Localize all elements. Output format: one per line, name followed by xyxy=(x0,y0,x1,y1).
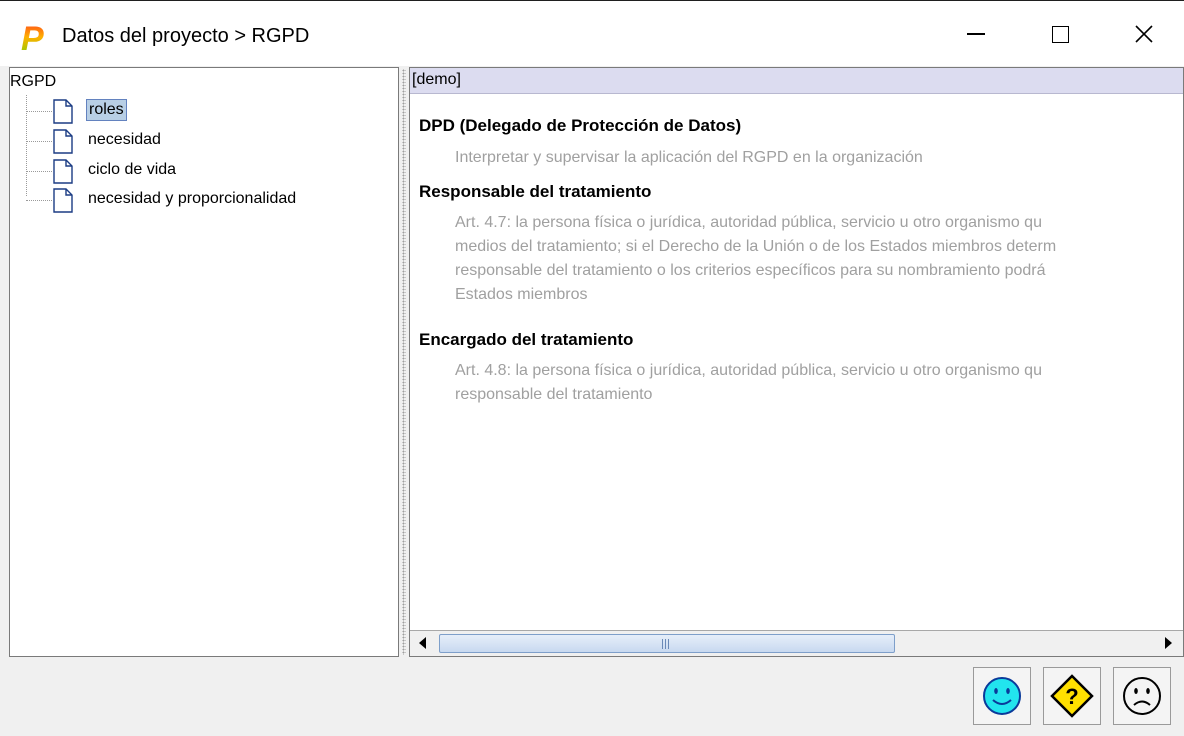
tree-item-label: necesidad xyxy=(88,131,161,148)
maximize-button[interactable] xyxy=(1032,1,1088,67)
sad-button[interactable] xyxy=(1113,667,1171,725)
document-icon xyxy=(53,159,73,184)
section-body: Interpretar y supervisar la aplicación d… xyxy=(455,149,923,166)
minimize-icon xyxy=(967,33,985,35)
arrow-left-icon xyxy=(419,637,426,649)
tree-root[interactable]: RGPD xyxy=(10,73,56,91)
document-icon xyxy=(53,129,73,154)
horizontal-scrollbar[interactable] xyxy=(410,630,1183,656)
panel-header: [demo] xyxy=(410,68,1183,94)
app-logo-icon: P xyxy=(21,21,44,55)
title-bar: P Datos del proyecto > RGPD xyxy=(0,0,1184,66)
scrollbar-grip-icon xyxy=(662,639,670,649)
tree-item-label: roles xyxy=(86,99,127,121)
svg-text:P: P xyxy=(21,21,44,55)
svg-text:?: ? xyxy=(1065,684,1078,709)
section-body: Art. 4.8: la persona física o jurídica, … xyxy=(455,362,1042,403)
document-icon xyxy=(53,188,73,213)
help-button[interactable]: ? xyxy=(1043,667,1101,725)
scroll-right-button[interactable] xyxy=(1158,633,1178,653)
splitter-handle[interactable] xyxy=(399,67,409,657)
tree-item-label: necesidad y proporcionalidad xyxy=(88,190,297,207)
happy-button[interactable] xyxy=(973,667,1031,725)
help-question-icon: ? xyxy=(1050,674,1094,718)
section-title: Responsable del tratamiento xyxy=(419,182,652,201)
content-area[interactable]: DPD (Delegado de Protección de Datos) In… xyxy=(410,94,1181,629)
tree-panel[interactable]: RGPD roles necesidad ciclo de vida neces xyxy=(9,67,399,657)
close-button[interactable] xyxy=(1116,1,1172,67)
arrow-right-icon xyxy=(1165,637,1172,649)
close-icon xyxy=(1135,25,1153,43)
tree-item-label: ciclo de vida xyxy=(88,161,177,178)
scrollbar-thumb[interactable] xyxy=(439,634,895,653)
section-body: Art. 4.7: la persona física o jurídica, … xyxy=(455,214,1057,303)
window-title: Datos del proyecto > RGPD xyxy=(62,25,310,47)
maximize-icon xyxy=(1051,25,1069,43)
smiley-sad-icon xyxy=(1123,677,1161,715)
minimize-button[interactable] xyxy=(948,1,1004,67)
detail-panel: [demo] DPD (Delegado de Protección de Da… xyxy=(409,67,1184,657)
scroll-left-button[interactable] xyxy=(413,633,433,653)
section-title: Encargado del tratamiento xyxy=(419,330,634,349)
document-icon xyxy=(53,99,73,124)
splitter-grip xyxy=(402,69,406,655)
section-title: DPD (Delegado de Protección de Datos) xyxy=(419,116,742,135)
smiley-happy-icon xyxy=(983,677,1021,715)
